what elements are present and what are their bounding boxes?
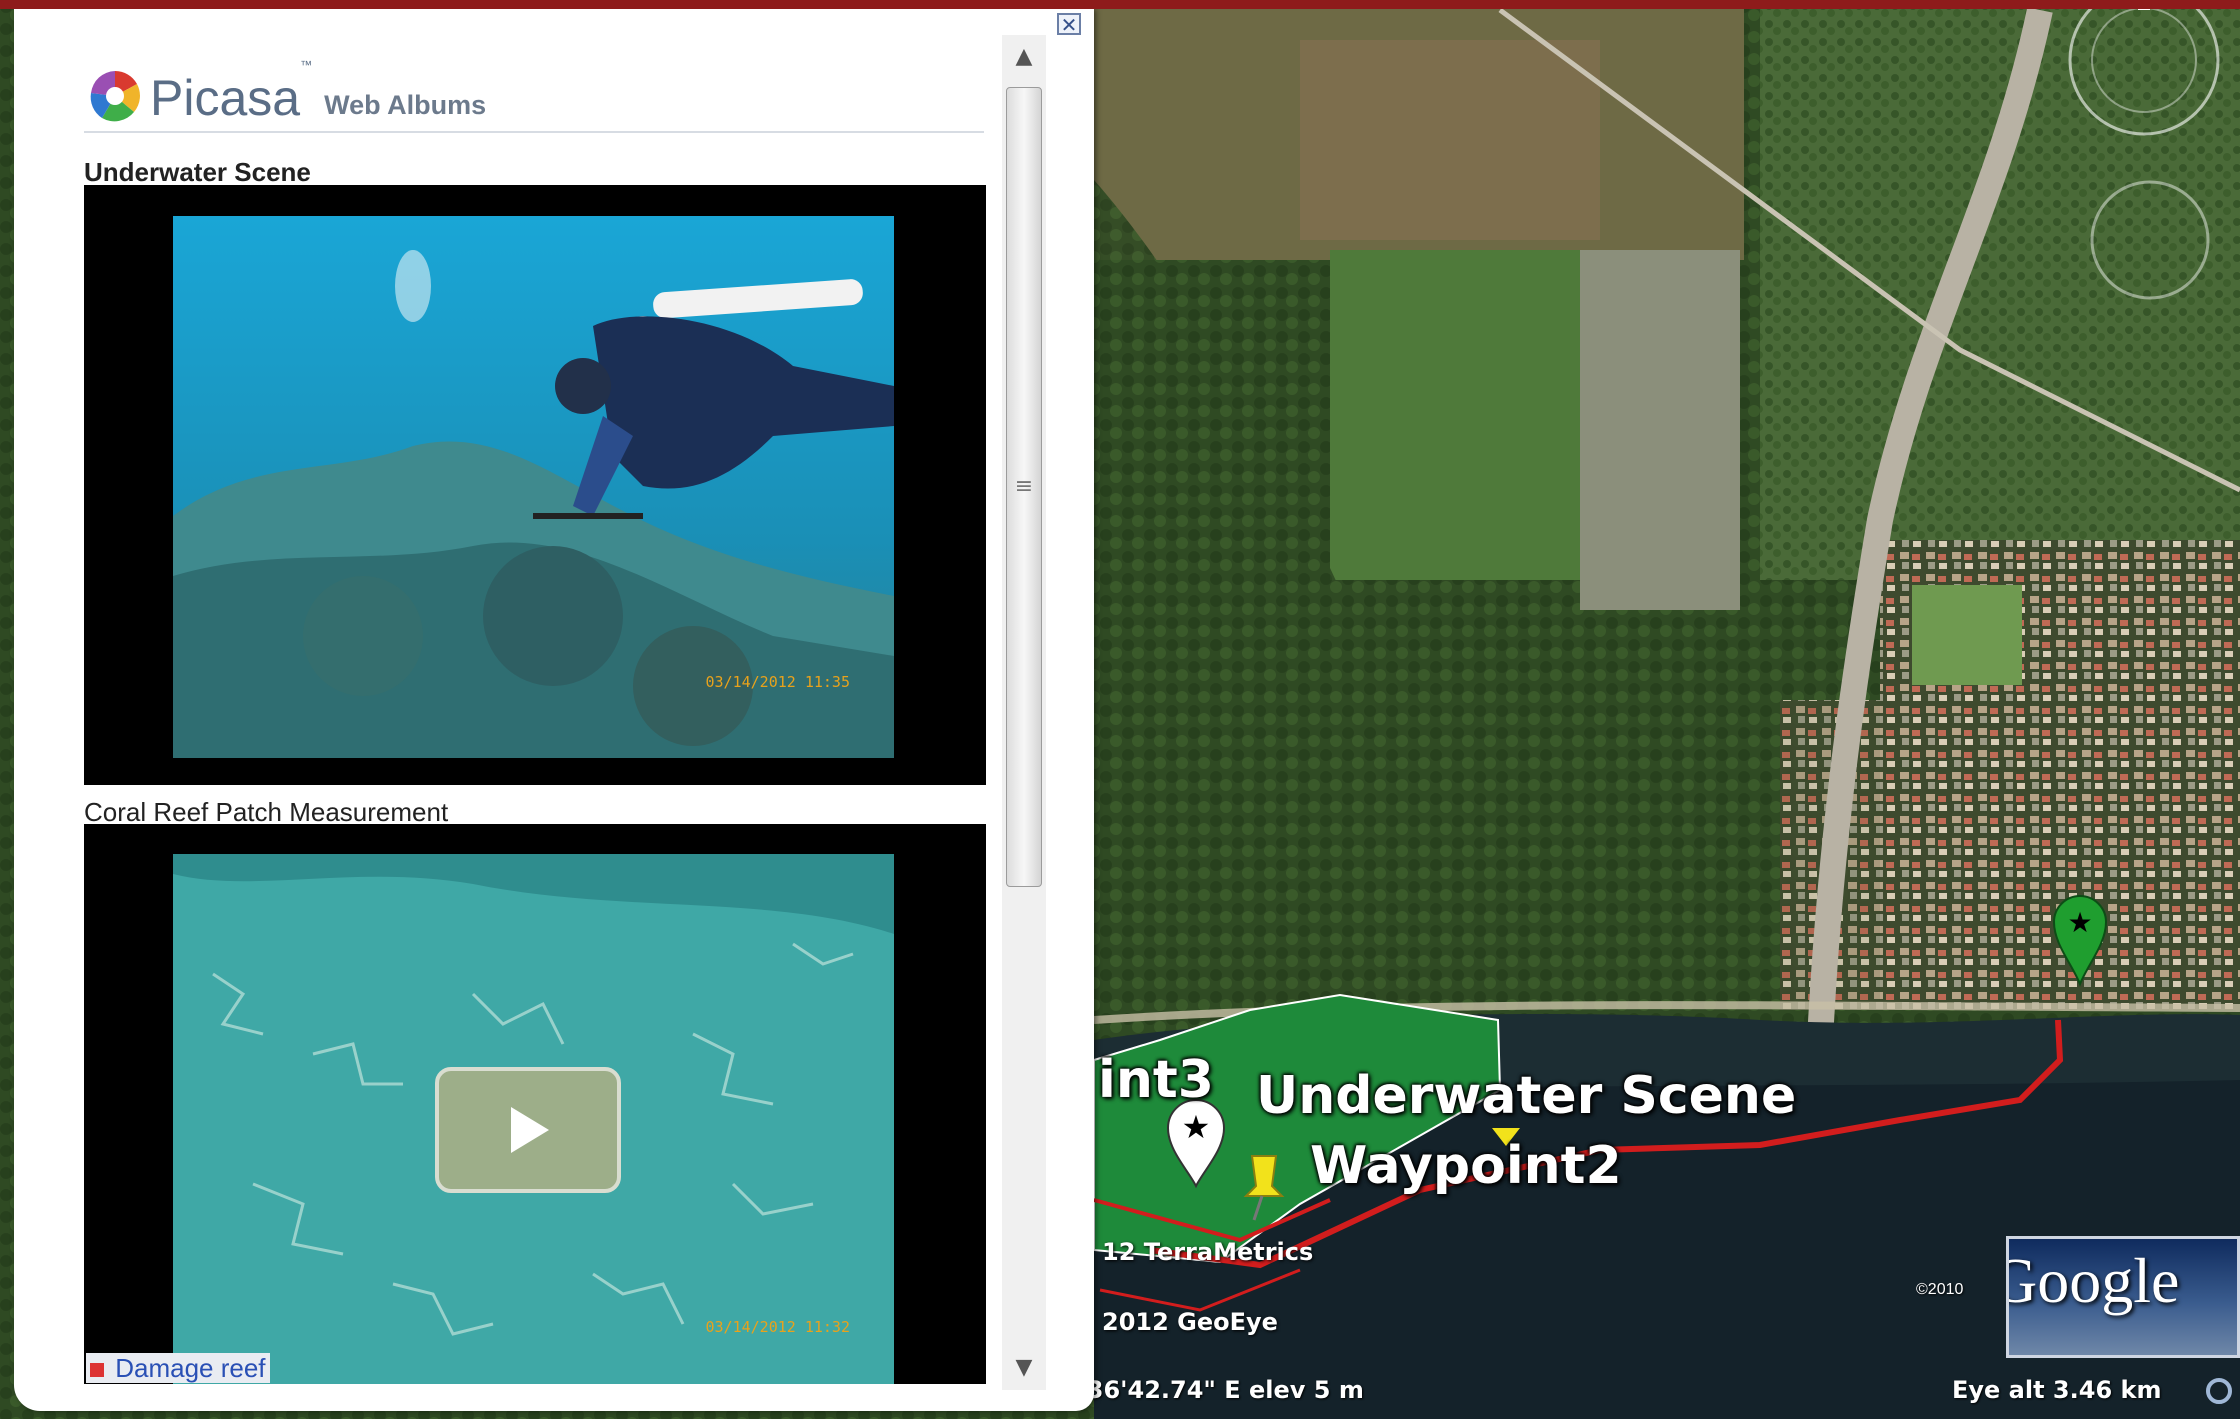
picasa-logo: Picasa ™ Web Albums [88, 53, 486, 123]
photo-caption-underwater-scene: Underwater Scene [84, 157, 311, 187]
terrametrics-copyright: 12 TerraMetrics [1102, 1238, 1314, 1266]
close-button[interactable]: ✕ [1057, 13, 1081, 35]
video-frame-coral-reef[interactable]: 03/14/2012 11:32 [84, 824, 986, 1384]
damage-reef-thumbnail-icon [90, 1363, 104, 1378]
coral-reef-video-thumbnail[interactable]: 03/14/2012 11:32 [173, 854, 894, 1384]
loading-ring-icon [2206, 1378, 2232, 1404]
scroll-down-arrow[interactable]: ▼ [1002, 1346, 1046, 1390]
photo-timestamp: 03/14/2012 11:35 [705, 673, 851, 691]
damage-reef-label: Damage reef [115, 1353, 266, 1383]
svg-text:★: ★ [2067, 906, 2092, 939]
video-timestamp: 03/14/2012 11:32 [705, 1318, 851, 1336]
google-copyright-year: ©2010 [1916, 1281, 1964, 1298]
photo-caption-coral-reef: Coral Reef Patch Measurement [84, 797, 449, 827]
svg-text:★: ★ [1182, 1108, 1211, 1146]
vertical-scrollbar[interactable]: ▲ ≡ ▼ [1002, 35, 1046, 1390]
waypoint2-label[interactable]: Waypoint2 [1310, 1136, 1622, 1196]
photo-frame-underwater-scene[interactable]: 03/14/2012 11:35 [84, 185, 986, 785]
title-bar [0, 0, 2240, 9]
google-logo: Google [2006, 1236, 2240, 1358]
eye-altitude-readout: Eye alt 3.46 km [1952, 1376, 2162, 1404]
trademark-symbol: ™ [300, 58, 313, 72]
scroll-up-arrow[interactable]: ▲ [1002, 35, 1046, 79]
waypoint3-label[interactable]: int3 [1098, 1050, 1214, 1110]
picasa-wordmark: Picasa [150, 70, 301, 126]
geoeye-copyright: 2012 GeoEye [1102, 1308, 1278, 1336]
picasa-balloon: ✕ Picasa ™ Web Albums Underwater Scene 0… [14, 9, 1094, 1411]
play-icon [511, 1107, 549, 1153]
scrollbar-grip-icon: ≡ [1014, 474, 1034, 499]
google-logo-text: Google [2006, 1245, 2180, 1316]
underwater-diver-photo[interactable]: 03/14/2012 11:35 [173, 216, 894, 758]
underwater-scene-label[interactable]: Underwater Scene [1256, 1066, 1796, 1126]
damage-reef-item[interactable]: Damage reef [86, 1353, 270, 1383]
header-divider [84, 131, 984, 133]
picasa-subtitle: Web Albums [324, 90, 487, 120]
picasa-pinwheel-icon [90, 70, 140, 122]
video-play-button[interactable] [435, 1067, 621, 1193]
scrollbar-thumb[interactable]: ≡ [1006, 87, 1042, 887]
